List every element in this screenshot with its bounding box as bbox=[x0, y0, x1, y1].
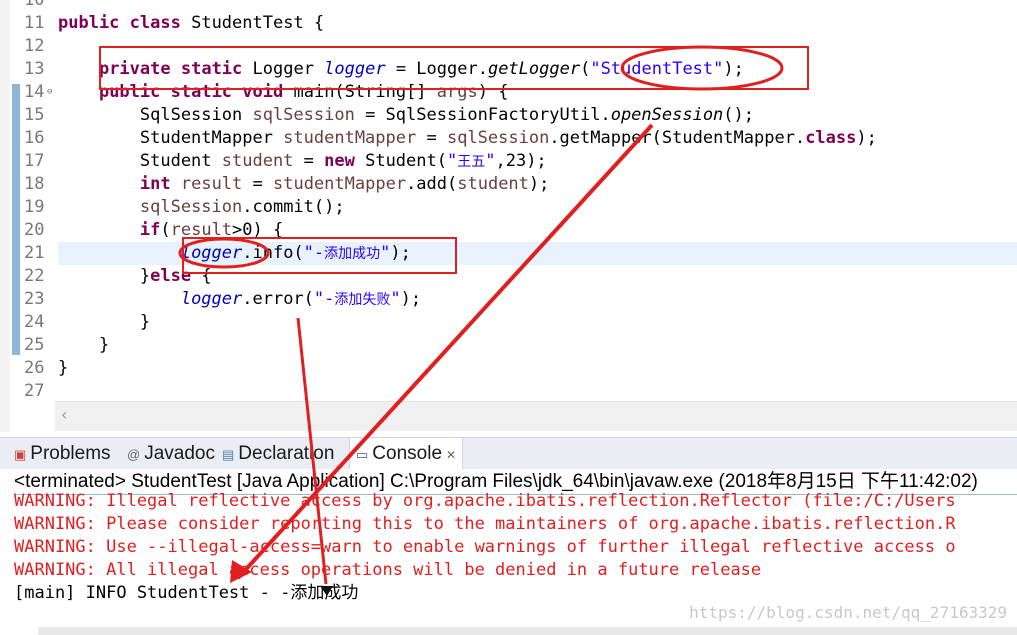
fold-icon[interactable]: ⊖ bbox=[47, 81, 52, 104]
watermark: https://blog.csdn.net/qq_27163329 bbox=[689, 603, 1007, 622]
highlight-logger-info bbox=[182, 237, 457, 274]
line-number: 11 bbox=[24, 13, 45, 33]
console-horizontal-scrollbar[interactable] bbox=[38, 627, 1017, 635]
code-line[interactable]: 27 bbox=[0, 380, 1017, 403]
console-line: WARNING: Illegal reflective access by or… bbox=[14, 491, 956, 511]
code-text: } bbox=[58, 335, 110, 355]
console-icon: ▭ bbox=[356, 447, 369, 462]
code-text: sqlSession.commit(); bbox=[139, 197, 345, 217]
line-number: 25 bbox=[24, 335, 45, 355]
line-number: 12 bbox=[24, 36, 45, 56]
tab-declaration-label: Declaration bbox=[238, 443, 335, 464]
tab-javadoc[interactable]: @ Javadoc bbox=[127, 438, 215, 469]
tab-console-label: Console bbox=[372, 443, 443, 464]
code-text: Student student = new Student("王五",23); bbox=[58, 151, 547, 171]
close-icon[interactable]: ✕ bbox=[446, 448, 456, 462]
code-line[interactable]: 18 int result = studentMapper.add(studen… bbox=[0, 173, 1017, 196]
line-number: 18 bbox=[24, 174, 45, 194]
line-number: 16 bbox=[24, 128, 45, 148]
console-line: [main] INFO StudentTest - -添加成功 bbox=[14, 583, 359, 603]
line-number: 22 bbox=[24, 266, 45, 286]
tab-declaration[interactable]: ▤ Declaration bbox=[222, 438, 334, 469]
code-text: StudentMapper studentMapper = sqlSession… bbox=[58, 128, 877, 148]
tab-console[interactable]: ▭ Console ✕ bbox=[349, 438, 464, 469]
line-number: 23 bbox=[24, 289, 45, 309]
code-text: } bbox=[58, 312, 151, 332]
code-line[interactable]: 25 } bbox=[0, 334, 1017, 357]
code-line[interactable]: 20 if(result>0) { bbox=[0, 219, 1017, 242]
code-line[interactable]: 26} bbox=[0, 357, 1017, 380]
bottom-panel-tabbar: ▣ Problems @ Javadoc ▤ Declaration ▭ Console… bbox=[0, 437, 1017, 470]
highlight-logger-declaration bbox=[99, 46, 809, 90]
code-text: int result = studentMapper.add(student); bbox=[139, 174, 550, 194]
tab-problems-label: Problems bbox=[30, 443, 111, 464]
code-line[interactable]: 19 sqlSession.commit(); bbox=[0, 196, 1017, 219]
line-number: 27 bbox=[24, 381, 45, 401]
code-text: public class StudentTest { bbox=[58, 13, 325, 33]
problems-icon: ▣ bbox=[14, 447, 27, 462]
console-line: WARNING: All illegal access operations w… bbox=[14, 560, 762, 580]
tab-problems[interactable]: ▣ Problems bbox=[14, 438, 111, 469]
tab-javadoc-label: Javadoc bbox=[144, 443, 215, 464]
line-number: 17 bbox=[24, 151, 45, 171]
line-number: 24 bbox=[24, 312, 45, 332]
line-number: 10 bbox=[24, 0, 45, 10]
code-text: SqlSession sqlSession = SqlSessionFactor… bbox=[58, 105, 755, 125]
code-text: logger.error("-添加失败"); bbox=[180, 289, 422, 309]
code-text: } bbox=[58, 358, 69, 378]
line-number: 26 bbox=[24, 358, 45, 378]
console-line: WARNING: Please consider reporting this … bbox=[14, 514, 956, 534]
code-line[interactable]: 23 logger.error("-添加失败"); bbox=[0, 288, 1017, 311]
code-line[interactable]: 17 Student student = new Student("王五",23… bbox=[0, 150, 1017, 173]
editor-horizontal-scrollbar[interactable]: ‹ bbox=[55, 401, 1017, 431]
line-number: 19 bbox=[24, 197, 45, 217]
javadoc-icon: @ bbox=[127, 447, 141, 462]
line-number: 21 bbox=[24, 243, 45, 263]
line-number: 13 bbox=[24, 59, 45, 79]
code-line[interactable]: 10 bbox=[0, 0, 1017, 12]
code-line[interactable]: 11 public class StudentTest { bbox=[0, 12, 1017, 35]
console-line: WARNING: Use --illegal-access=warn to en… bbox=[14, 537, 956, 557]
line-number: 14 bbox=[24, 82, 45, 102]
scroll-left-icon[interactable]: ‹ bbox=[61, 405, 67, 424]
code-line[interactable]: 15 SqlSession sqlSession = SqlSessionFac… bbox=[0, 104, 1017, 127]
code-line[interactable]: 22 }else { bbox=[0, 265, 1017, 288]
line-number: 20 bbox=[24, 220, 45, 240]
line-number: 15 bbox=[24, 105, 45, 125]
code-line[interactable]: 24 } bbox=[0, 311, 1017, 334]
code-line[interactable]: 16 StudentMapper studentMapper = sqlSess… bbox=[0, 127, 1017, 150]
declaration-icon: ▤ bbox=[222, 447, 235, 462]
